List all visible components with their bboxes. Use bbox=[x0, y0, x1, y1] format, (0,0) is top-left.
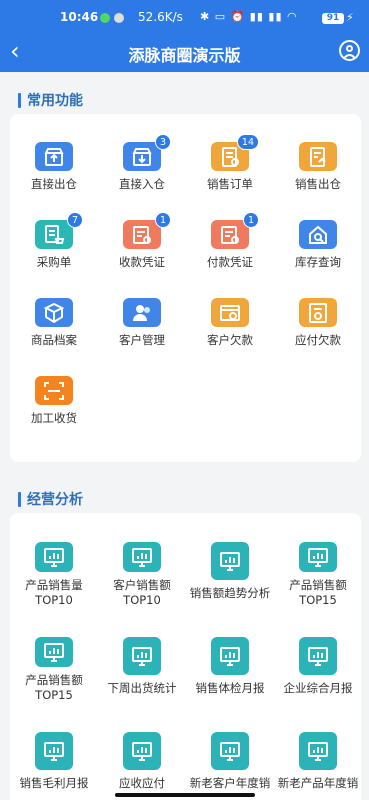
status-time: 10:46 bbox=[60, 10, 99, 24]
function-label: 销售出仓 bbox=[295, 177, 341, 191]
section-title-common: 常用功能 bbox=[18, 90, 83, 110]
chart-icon bbox=[123, 732, 161, 770]
business-analysis-grid: 产品销售量 TOP10 客户销售额 TOP10 销售额趋势分析 产品销售额 TOP15… bbox=[10, 513, 361, 798]
sales-order-icon: 14 bbox=[211, 134, 259, 171]
function-item-receipt[interactable]: 1 收款凭证 bbox=[98, 192, 186, 270]
battery-icon: 91 bbox=[322, 13, 344, 24]
count-badge: 7 bbox=[66, 212, 83, 228]
analysis-item[interactable]: 销售体检月报 bbox=[186, 608, 274, 703]
chart-icon bbox=[211, 732, 249, 770]
settings-notification-icon bbox=[114, 13, 124, 23]
scan-receive-icon bbox=[35, 376, 73, 405]
function-label: 收款凭证 bbox=[119, 255, 165, 269]
function-item-sales-out[interactable]: 销售出仓 bbox=[274, 114, 362, 192]
common-functions-card: 直接出仓 3 直接入仓 14 销售订单 销售出仓 7 采购单 1 收款凭证 1 付款凭证 库存查询商品档… bbox=[10, 114, 361, 462]
top-bar: 10:46 52.6K/s ✱ ▭ ⏰ ▮▮ ▮▮ ◠ 91 ⚡ ‹ 添脉商圈演… bbox=[0, 0, 369, 72]
purchase-cart-icon: 7 bbox=[35, 212, 83, 249]
chart-icon bbox=[211, 637, 249, 675]
analysis-label: 新老产品年度销 bbox=[277, 776, 359, 790]
analysis-label: 销售毛利月报 bbox=[19, 776, 89, 790]
business-analysis-card: 产品销售量 TOP10 客户销售额 TOP10 销售额趋势分析 产品销售额 TOP15… bbox=[10, 513, 361, 800]
analysis-item[interactable]: 新老客户年度销 bbox=[186, 703, 274, 798]
analysis-label: 应收应付 bbox=[119, 776, 165, 790]
analysis-label: 下周出货统计 bbox=[107, 681, 177, 695]
function-item-purchase-cart[interactable]: 7 采购单 bbox=[10, 192, 98, 270]
function-item-inventory-search[interactable]: 库存查询 bbox=[274, 192, 362, 270]
function-item-box-in[interactable]: 3 直接入仓 bbox=[98, 114, 186, 192]
chart-icon bbox=[123, 542, 161, 572]
count-badge: 1 bbox=[242, 212, 259, 228]
analysis-item[interactable]: 产品销售额 TOP15 bbox=[274, 513, 362, 608]
chart-icon bbox=[123, 637, 161, 675]
user-profile-icon[interactable] bbox=[339, 40, 360, 61]
analysis-item[interactable]: 企业综合月报 bbox=[274, 608, 362, 703]
home-indicator[interactable] bbox=[115, 793, 255, 797]
function-label: 付款凭证 bbox=[207, 255, 253, 269]
function-label: 直接出仓 bbox=[31, 177, 77, 191]
function-label: 应付欠款 bbox=[295, 333, 341, 347]
box-out-icon bbox=[35, 142, 73, 171]
analysis-label: 销售额趋势分析 bbox=[189, 586, 271, 600]
analysis-item[interactable]: 销售毛利月报 bbox=[10, 703, 98, 798]
analysis-item[interactable]: 销售额趋势分析 bbox=[186, 513, 274, 608]
function-item-customer[interactable]: 客户管理 bbox=[98, 270, 186, 348]
network-speed: 52.6K/s bbox=[138, 10, 183, 24]
function-label: 商品档案 bbox=[31, 333, 77, 347]
analysis-item[interactable]: 客户销售额 TOP10 bbox=[98, 513, 186, 608]
receipt-icon: 1 bbox=[123, 212, 171, 249]
chart-icon bbox=[299, 637, 337, 675]
chart-icon bbox=[299, 542, 337, 572]
analysis-label: 新老客户年度销 bbox=[189, 776, 271, 790]
inventory-search-icon bbox=[299, 220, 337, 249]
box-in-icon: 3 bbox=[123, 134, 171, 171]
payable-debt-icon bbox=[299, 298, 337, 327]
function-item-payment[interactable]: 1 付款凭证 bbox=[186, 192, 274, 270]
function-label: 库存查询 bbox=[295, 255, 341, 269]
function-item-payable-debt[interactable]: 应付欠款 bbox=[274, 270, 362, 348]
analysis-item[interactable]: 应收应付 bbox=[98, 703, 186, 798]
analysis-item[interactable]: 下周出货统计 bbox=[98, 608, 186, 703]
count-badge: 14 bbox=[236, 134, 259, 150]
analysis-label: 销售体检月报 bbox=[195, 681, 265, 695]
analysis-label: 客户销售额 TOP10 bbox=[113, 578, 171, 607]
count-badge: 3 bbox=[154, 134, 171, 150]
payment-icon: 1 bbox=[211, 212, 259, 249]
chart-icon bbox=[35, 732, 73, 770]
sales-out-icon bbox=[299, 142, 337, 171]
analysis-label: 产品销售额 TOP15 bbox=[289, 578, 347, 607]
chart-icon bbox=[35, 637, 73, 667]
function-item-box-out[interactable]: 直接出仓 bbox=[10, 114, 98, 192]
count-badge: 1 bbox=[154, 212, 171, 228]
customer-icon bbox=[123, 298, 161, 327]
function-label: 销售订单 bbox=[207, 177, 253, 191]
analysis-item[interactable]: 新老产品年度销 bbox=[274, 703, 362, 798]
analysis-label: 企业综合月报 bbox=[283, 681, 353, 695]
app-notification-icon bbox=[100, 13, 110, 23]
chart-icon bbox=[299, 732, 337, 770]
chart-icon bbox=[211, 542, 249, 580]
analysis-label: 产品销售量 TOP10 bbox=[25, 578, 83, 607]
status-icons: ✱ ▭ ⏰ ▮▮ ▮▮ ◠ bbox=[200, 10, 298, 23]
status-bar: 10:46 52.6K/s ✱ ▭ ⏰ ▮▮ ▮▮ ◠ 91 ⚡ bbox=[0, 0, 369, 32]
product-file-icon bbox=[35, 298, 73, 327]
function-item-product-file[interactable]: 商品档案 bbox=[10, 270, 98, 348]
function-label: 直接入仓 bbox=[119, 177, 165, 191]
customer-debt-icon bbox=[211, 298, 249, 327]
analysis-label: 产品销售额 TOP15 bbox=[25, 673, 83, 702]
analysis-item[interactable]: 产品销售量 TOP10 bbox=[10, 513, 98, 608]
function-item-customer-debt[interactable]: 客户欠款 bbox=[186, 270, 274, 348]
function-label: 加工收货 bbox=[31, 411, 77, 425]
analysis-item[interactable]: 产品销售额 TOP15 bbox=[10, 608, 98, 703]
nav-bar: ‹ 添脉商圈演示版 bbox=[0, 37, 369, 68]
function-label: 采购单 bbox=[36, 255, 72, 269]
page-title: 添脉商圈演示版 bbox=[128, 46, 241, 65]
common-functions-grid: 直接出仓 3 直接入仓 14 销售订单 销售出仓 7 采购单 1 收款凭证 1 付款凭证 库存查询商品档… bbox=[10, 114, 361, 426]
chart-icon bbox=[35, 542, 73, 572]
function-item-scan-receive[interactable]: 加工收货 bbox=[10, 348, 98, 426]
section-title-analysis: 经营分析 bbox=[18, 489, 83, 509]
function-label: 客户管理 bbox=[119, 333, 165, 347]
function-item-sales-order[interactable]: 14 销售订单 bbox=[186, 114, 274, 192]
charging-icon: ⚡ bbox=[346, 11, 354, 24]
function-label: 客户欠款 bbox=[207, 333, 253, 347]
